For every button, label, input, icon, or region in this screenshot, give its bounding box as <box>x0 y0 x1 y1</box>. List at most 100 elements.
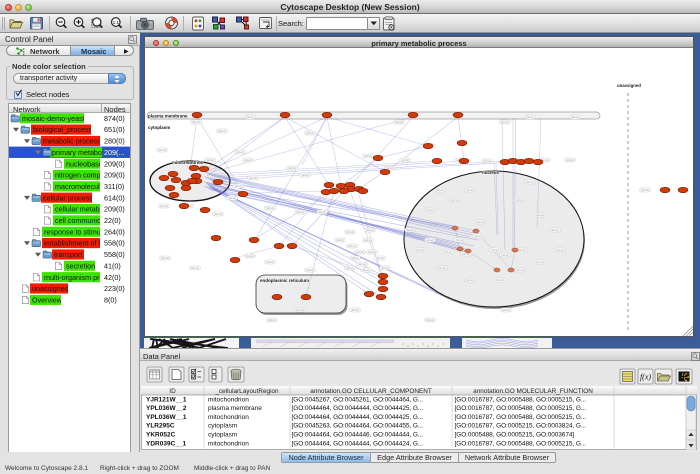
svg-text:[label]: [label] <box>306 268 314 272</box>
svg-text:[label]: [label] <box>556 248 564 252</box>
svg-text:[label]: [label] <box>206 158 214 162</box>
svg-text:[label]: [label] <box>438 266 446 270</box>
svg-text:[GO:0044464, GO:0044444, GO:00: [GO:0044464, GO:0044444, GO:0044425, G..… <box>292 405 424 412</box>
svg-text:secretion: secretion <box>66 261 95 270</box>
svg-text:YPL036W__2: YPL036W__2 <box>146 405 187 412</box>
svg-text:[label]: [label] <box>401 158 409 162</box>
svg-text:[label]: [label] <box>249 176 257 180</box>
svg-text:YKR052C: YKR052C <box>146 432 176 439</box>
svg-text:YJR121W__1: YJR121W__1 <box>146 396 187 403</box>
svg-text:metabolic process: metabolic process <box>43 137 101 146</box>
svg-text:mitochondrion: mitochondrion <box>208 396 249 403</box>
svg-text:[label]: [label] <box>318 210 326 214</box>
svg-text:cellular process: cellular process <box>43 193 93 202</box>
svg-text:[label]: [label] <box>536 260 544 264</box>
svg-text:[GO:0044464, GO:0044446, GO:00: [GO:0044464, GO:0044446, GO:0044444, G..… <box>292 432 424 439</box>
svg-text:[label]: [label] <box>266 206 274 210</box>
svg-text:[label]: [label] <box>356 250 364 254</box>
svg-text:[label]: [label] <box>336 238 344 242</box>
svg-text:[label]: [label] <box>351 308 359 312</box>
svg-text:[label]: [label] <box>395 120 403 124</box>
svg-text:[label]: [label] <box>516 268 524 272</box>
svg-text:[label]: [label] <box>268 318 276 322</box>
svg-text:8(0): 8(0) <box>104 296 117 305</box>
svg-text:primary metaboli: primary metaboli <box>52 148 106 157</box>
svg-text:[label]: [label] <box>364 154 372 158</box>
svg-text:[label]: [label] <box>426 238 434 242</box>
svg-text:annotation.GO MOLECULAR_FUNCTI: annotation.GO MOLECULAR_FUNCTION <box>473 388 593 395</box>
svg-text:response to stimulu: response to stimulu <box>44 227 106 236</box>
svg-text:[label]: [label] <box>191 266 199 270</box>
svg-text:[label]: [label] <box>228 196 236 200</box>
svg-text:[label]: [label] <box>641 188 649 192</box>
svg-text:[label]: [label] <box>483 159 491 163</box>
svg-text:[label]: [label] <box>246 115 254 119</box>
svg-text:[label]: [label] <box>476 220 484 224</box>
svg-text:mitochondrion: mitochondrion <box>208 414 249 421</box>
svg-text:558(0): 558(0) <box>104 250 125 259</box>
svg-text:YDR039C__1: YDR039C__1 <box>146 440 186 447</box>
svg-text:[label]: [label] <box>266 260 274 264</box>
svg-text:[label]: [label] <box>426 318 434 322</box>
svg-text:YLR295C: YLR295C <box>146 423 175 430</box>
svg-text:[label]: [label] <box>466 188 474 192</box>
svg-text:[label]: [label] <box>161 256 169 260</box>
svg-text:[label]: [label] <box>518 248 526 252</box>
svg-text:209(...: 209(... <box>104 148 124 157</box>
svg-text:unassigned: unassigned <box>617 83 641 88</box>
svg-text:[label]: [label] <box>351 256 359 260</box>
svg-text:[label]: [label] <box>551 228 559 232</box>
svg-text:[label]: [label] <box>358 262 366 266</box>
svg-text:ID: ID <box>169 388 176 395</box>
svg-text:311(0): 311(0) <box>104 182 124 191</box>
svg-text:[label]: [label] <box>366 228 374 232</box>
svg-text:[label]: [label] <box>234 184 242 188</box>
svg-text:223(0): 223(0) <box>104 284 125 293</box>
svg-text:[label]: [label] <box>501 120 509 124</box>
svg-text:[label]: [label] <box>346 230 354 234</box>
svg-text:209(0): 209(0) <box>104 159 125 168</box>
svg-text:mitochondrion: mitochondrion <box>172 160 204 165</box>
svg-text:[label]: [label] <box>502 308 510 312</box>
svg-text:[label]: [label] <box>436 188 444 192</box>
svg-text:biological_process: biological_process <box>33 125 93 134</box>
svg-text:[label]: [label] <box>536 213 544 217</box>
svg-text:f(x): f(x) <box>640 373 651 382</box>
svg-text:mosaic-demo-yeast: mosaic-demo-yeast <box>22 114 85 123</box>
svg-text:[label]: [label] <box>288 166 296 170</box>
svg-text:[label]: [label] <box>451 198 459 202</box>
svg-text:264(0): 264(0) <box>104 227 125 236</box>
svg-text:280(0): 280(0) <box>104 137 125 146</box>
svg-text:[label]: [label] <box>526 115 534 119</box>
svg-text:[label]: [label] <box>571 115 579 119</box>
svg-text:YPL036W__1: YPL036W__1 <box>146 414 187 421</box>
svg-text:nucleus: nucleus <box>482 170 500 175</box>
svg-text:[GO:0045267, GO:0045261, GO:00: [GO:0045267, GO:0045261, GO:0044464, G..… <box>292 396 424 403</box>
svg-text:209(0): 209(0) <box>104 205 125 214</box>
svg-text:[label]: [label] <box>456 238 464 242</box>
svg-text:[label]: [label] <box>426 208 434 212</box>
svg-text:_cellularLayoutRegion: _cellularLayoutRegion <box>214 388 279 395</box>
svg-text:[GO:0005488, GO:0005215, GO:00: [GO:0005488, GO:0005215, GO:0003674] <box>455 432 575 439</box>
svg-text:[label]: [label] <box>416 248 424 252</box>
svg-text:1:1: 1:1 <box>113 20 120 25</box>
svg-text:mitochondrion: mitochondrion <box>208 440 249 447</box>
svg-text:[label]: [label] <box>566 158 574 162</box>
svg-text:[label]: [label] <box>301 173 309 177</box>
svg-text:[label]: [label] <box>214 212 222 216</box>
svg-text:[label]: [label] <box>236 150 244 154</box>
svg-text:[GO:0016787, GO:0005488, GO:00: [GO:0016787, GO:0005488, GO:0005215, G..… <box>455 414 587 421</box>
svg-text:[label]: [label] <box>406 228 414 232</box>
svg-text:[label]: [label] <box>368 250 376 254</box>
svg-text:cytoplasm: cytoplasm <box>208 423 237 430</box>
svg-text:annotation.GO CELLULAR_COMPONE: annotation.GO CELLULAR_COMPONENT <box>310 388 432 395</box>
svg-text:cytoplasm: cytoplasm <box>208 432 237 439</box>
svg-text:209(0): 209(0) <box>104 171 125 180</box>
svg-text:[GO:0016787, GO:0005488, GO:00: [GO:0016787, GO:0005488, GO:0005215, G..… <box>455 440 587 447</box>
svg-text:[label]: [label] <box>376 256 384 260</box>
svg-text:[label]: [label] <box>501 253 509 257</box>
svg-text:Overview: Overview <box>32 296 63 305</box>
svg-text:plasma membrane: plasma membrane <box>208 405 262 412</box>
svg-text:plasma membrane: plasma membrane <box>148 114 188 119</box>
svg-text:[label]: [label] <box>491 248 499 252</box>
